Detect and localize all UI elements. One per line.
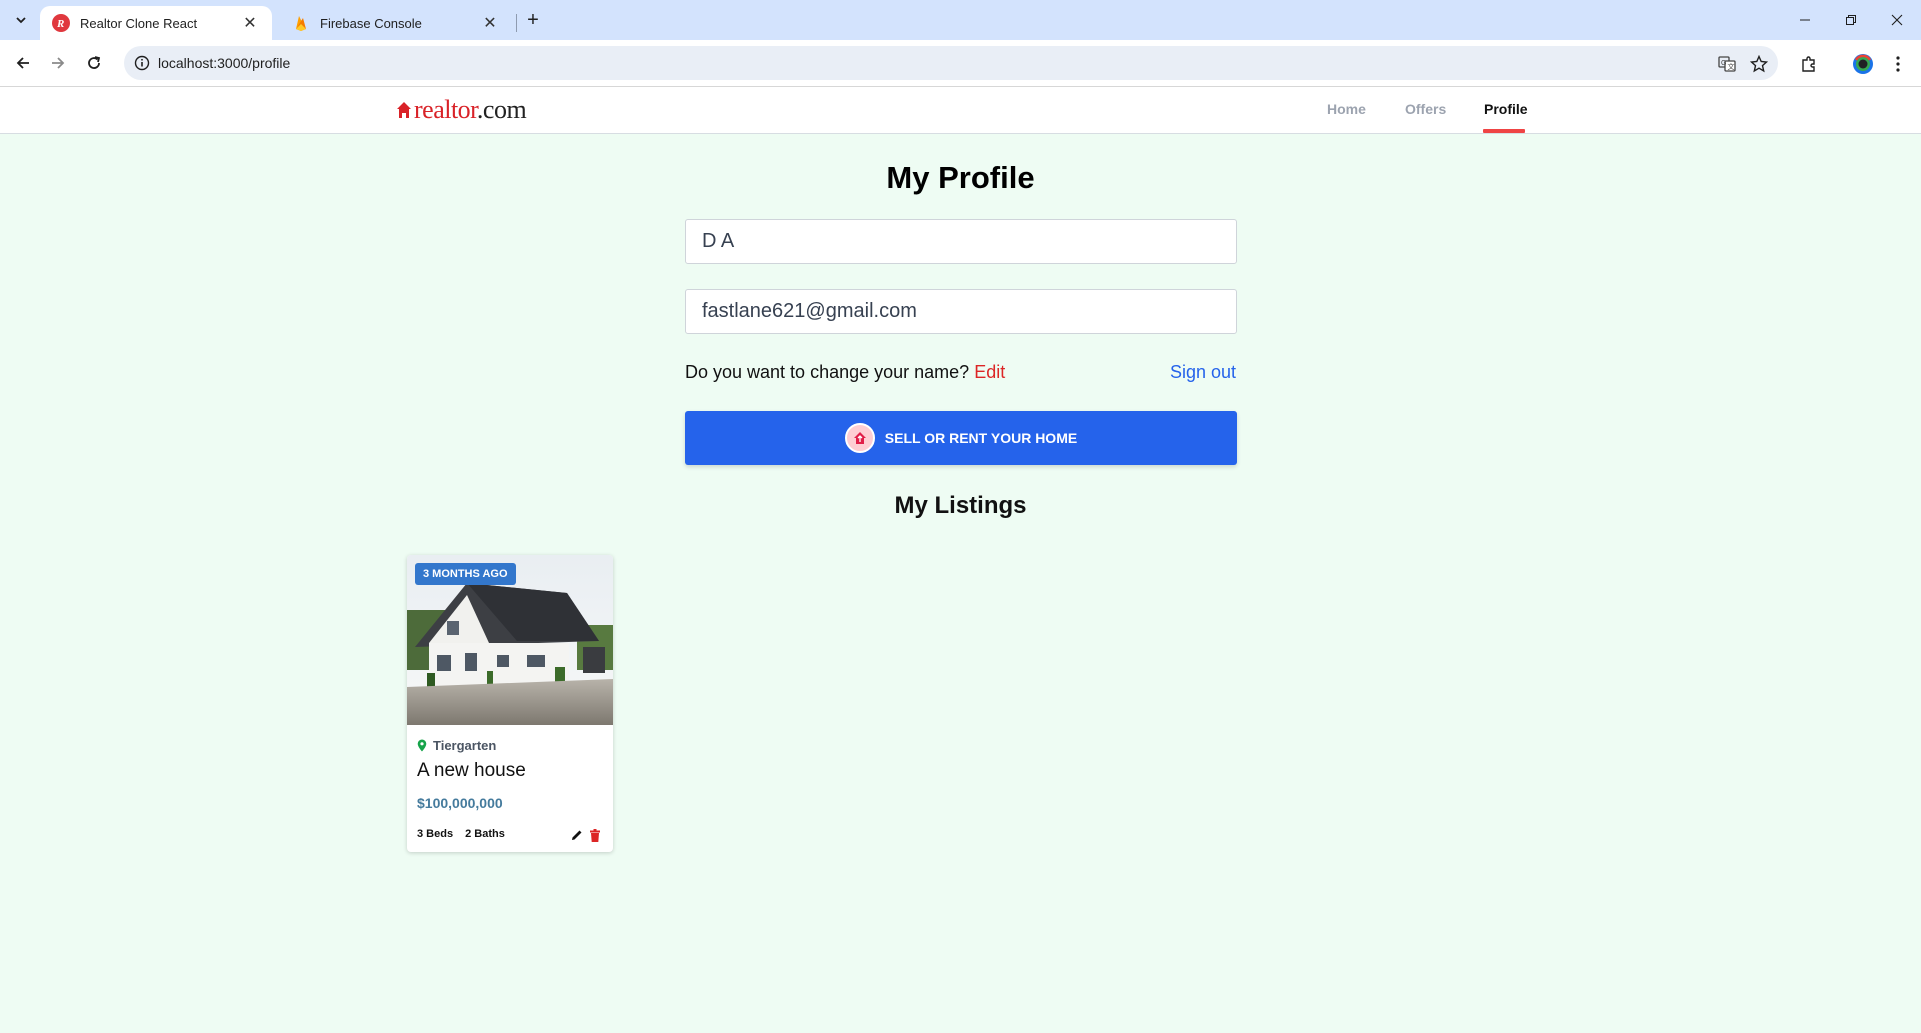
kebab-menu-icon [1896,56,1900,72]
tab-firebase[interactable]: Firebase Console ✕ [280,6,512,40]
house-logo-icon [397,102,411,118]
restore-button[interactable] [1828,0,1874,40]
tab-title: Firebase Console [320,15,422,31]
listing-name: A new house [417,760,526,781]
listing-price: $100,000,000 [417,795,503,811]
active-nav-indicator [1483,129,1525,133]
listing-facts: 3 Beds 2 Baths [417,828,505,840]
listing-location-text: Tiergarten [433,738,497,753]
realtor-logo[interactable]: realtor.com [396,95,527,124]
listing-age-badge: 3 MONTHS AGO [415,563,516,585]
trash-icon [590,828,600,842]
tab-realtor[interactable]: R Realtor Clone React ✕ [40,6,272,40]
location-pin-icon [417,739,427,752]
arrow-left-icon [16,57,29,69]
close-icon [1891,14,1903,26]
close-window-button[interactable] [1874,0,1920,40]
my-listings-title: My Listings [894,492,1027,519]
listing-baths: 2 Baths [465,828,505,840]
url-text: localhost:3000/profile [158,55,291,71]
browser-menu-button[interactable] [1885,51,1911,77]
browser-tabstrip: R Realtor Clone React ✕ Firebase Console… [0,0,1921,40]
edit-listing-button[interactable] [569,827,585,843]
svg-text:G: G [1721,60,1726,67]
email-field[interactable]: fastlane621@gmail.com [685,289,1237,334]
minimize-icon [1800,19,1810,21]
restore-icon [1846,15,1856,25]
chevron-down-icon [16,17,26,24]
tab-divider [516,14,517,32]
sell-or-rent-button[interactable]: SELL OR RENT YOUR HOME [685,411,1237,465]
minimize-button[interactable] [1782,0,1828,40]
svg-text:R: R [56,18,64,29]
name-field[interactable]: D A [685,219,1237,264]
tab-title: Realtor Clone React [80,15,198,31]
address-bar[interactable]: localhost:3000/profile G文 [124,46,1778,80]
pencil-icon [572,830,582,840]
reload-button[interactable] [80,49,108,77]
browser-toolbar: localhost:3000/profile G文 [0,40,1921,86]
email-field-value: fastlane621@gmail.com [702,300,917,322]
nav-offers[interactable]: Offers [1405,101,1446,117]
realtor-favicon-icon: R [52,14,70,32]
change-name-text: Do you want to change your name? Edit [685,362,1005,383]
tab-search-button[interactable] [8,8,34,32]
page-title: My Profile [886,160,1035,195]
logo-suffix-text: .com [476,95,527,124]
reload-icon [88,56,101,69]
listing-card[interactable]: 3 MONTHS AGO Tiergarten A new house $100… [407,555,613,852]
translate-icon[interactable]: G文 [1716,53,1738,75]
site-header: realtor.com Home Offers Profile [0,87,1921,134]
avatar-icon [1853,54,1873,74]
edit-name-link[interactable]: Edit [974,362,1005,382]
close-tab-icon[interactable]: ✕ [480,13,500,33]
forward-button[interactable] [44,49,72,77]
firebase-favicon-icon [292,14,310,32]
delete-listing-button[interactable] [587,827,603,843]
site-info-icon[interactable] [132,53,152,73]
sell-button-label: SELL OR RENT YOUR HOME [884,430,1078,446]
home-icon [844,423,875,453]
logo-main-text: realtor [414,95,477,124]
extensions-button[interactable] [1796,51,1822,77]
profile-avatar[interactable] [1850,51,1876,77]
listing-location: Tiergarten [417,738,496,753]
nav-home[interactable]: Home [1327,101,1366,117]
svg-text:文: 文 [1728,62,1735,71]
name-field-value: D A [702,230,735,252]
new-tab-button[interactable]: + [520,8,546,32]
change-name-prompt: Do you want to change your name? [685,362,970,382]
sign-out-link[interactable]: Sign out [1170,362,1236,383]
listing-beds: 3 Beds [417,828,454,840]
nav-profile[interactable]: Profile [1484,101,1528,117]
puzzle-icon [1802,56,1815,72]
close-tab-icon[interactable]: ✕ [240,13,260,33]
back-button[interactable] [9,49,37,77]
bookmark-star-icon[interactable] [1748,53,1770,75]
arrow-right-icon [52,57,65,69]
